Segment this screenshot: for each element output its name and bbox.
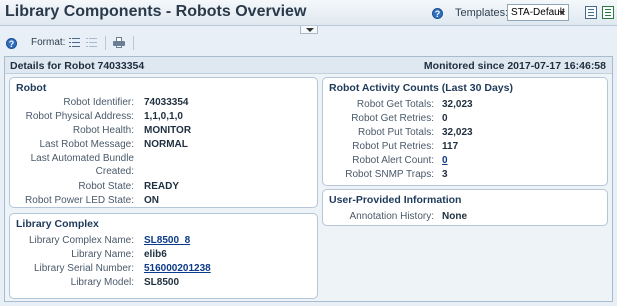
library-model-label: Library Model: bbox=[70, 277, 134, 288]
library-model-value: SL8500 bbox=[144, 277, 180, 288]
library-complex-section-title: Library Complex bbox=[16, 218, 99, 230]
help-icon[interactable]: ? bbox=[6, 38, 17, 49]
last-automated-bundle-label: Last Automated Bundle bbox=[30, 153, 134, 164]
robot-put-totals-label: Robot Put Totals: bbox=[358, 127, 434, 138]
user-info-section-title: User-Provided Information bbox=[329, 194, 462, 206]
toolbar-divider bbox=[133, 36, 134, 50]
robot-get-retries-label: Robot Get Retries: bbox=[351, 113, 434, 124]
user-info-section: User-Provided Information Annotation His… bbox=[322, 189, 608, 226]
robot-get-totals-label: Robot Get Totals: bbox=[356, 99, 434, 110]
collapse-header-toggle[interactable] bbox=[300, 26, 318, 34]
library-serial-number-label: Library Serial Number: bbox=[33, 263, 134, 274]
export-spreadsheet-icon[interactable] bbox=[602, 6, 614, 19]
format-toolbar: ? Format: bbox=[0, 34, 617, 52]
robot-section-title: Robot bbox=[16, 82, 47, 94]
robot-snmp-traps-label: Robot SNMP Traps: bbox=[345, 169, 434, 180]
templates-selected-value: STA-Default bbox=[511, 7, 565, 18]
list-format-icon[interactable] bbox=[69, 38, 80, 47]
chevron-down-icon bbox=[559, 11, 565, 15]
robot-alert-count-link[interactable]: 0 bbox=[442, 155, 448, 166]
format-label: Format: bbox=[31, 37, 66, 48]
annotation-history-value: None bbox=[442, 211, 467, 222]
robot-state-label: Robot State: bbox=[78, 181, 134, 192]
robot-power-led-label: Robot Power LED State: bbox=[25, 195, 134, 206]
robot-health-value: MONITOR bbox=[144, 125, 192, 136]
robot-state-value: READY bbox=[144, 181, 180, 192]
robot-power-led-value: ON bbox=[144, 195, 159, 206]
triangle-down-icon bbox=[306, 28, 314, 32]
library-name-label: Library Name: bbox=[71, 249, 134, 260]
robot-identifier-label: Robot Identifier: bbox=[63, 97, 134, 108]
robot-physical-address-label: Robot Physical Address: bbox=[25, 111, 134, 122]
details-title: Details for Robot 74033354 bbox=[10, 60, 145, 72]
robot-physical-address-value: 1,1,0,1,0 bbox=[144, 111, 183, 122]
page-title: Library Components - Robots Overview bbox=[5, 3, 307, 20]
robot-identifier-value: 74033354 bbox=[144, 97, 189, 108]
print-icon[interactable] bbox=[113, 37, 125, 48]
columns-format-icon[interactable] bbox=[86, 38, 97, 47]
robot-put-retries-value: 117 bbox=[442, 141, 459, 152]
templates-label: Templates: bbox=[455, 7, 509, 19]
library-complex-section: Library Complex Library Complex Name: SL… bbox=[9, 213, 318, 299]
details-header: Details for Robot 74033354 Monitored sin… bbox=[5, 57, 612, 74]
help-icon[interactable]: ? bbox=[432, 8, 443, 19]
robot-activity-section-title: Robot Activity Counts (Last 30 Days) bbox=[329, 82, 513, 94]
library-serial-number-link[interactable]: 516000201238 bbox=[144, 263, 211, 274]
robot-get-retries-value: 0 bbox=[442, 113, 448, 124]
robot-health-label: Robot Health: bbox=[72, 125, 134, 136]
toolbar-divider bbox=[105, 36, 106, 50]
templates-select[interactable]: STA-Default bbox=[507, 4, 569, 21]
library-name-value: elib6 bbox=[144, 249, 167, 260]
robot-snmp-traps-value: 3 bbox=[442, 169, 448, 180]
robot-alert-count-label: Robot Alert Count: bbox=[352, 155, 434, 166]
last-robot-message-value: NORMAL bbox=[144, 139, 188, 150]
page-header: Library Components - Robots Overview ? T… bbox=[0, 0, 617, 26]
robot-section: Robot Robot Identifier: 74033354 Robot P… bbox=[9, 77, 318, 208]
robot-activity-section: Robot Activity Counts (Last 30 Days) Rob… bbox=[322, 77, 608, 186]
robot-put-totals-value: 32,023 bbox=[442, 127, 473, 138]
robot-details-panel: Details for Robot 74033354 Monitored sin… bbox=[4, 56, 613, 302]
annotation-history-label: Annotation History: bbox=[349, 211, 435, 222]
robot-put-retries-label: Robot Put Retries: bbox=[352, 141, 434, 152]
robot-get-totals-value: 32,023 bbox=[442, 99, 473, 110]
last-automated-bundle-label-cont: Created: bbox=[95, 166, 134, 177]
library-complex-name-link[interactable]: SL8500_8 bbox=[144, 235, 190, 246]
monitored-since: Monitored since 2017-07-17 16:46:58 bbox=[423, 60, 606, 72]
export-icon[interactable] bbox=[585, 6, 597, 19]
last-robot-message-label: Last Robot Message: bbox=[39, 139, 135, 150]
library-complex-name-label: Library Complex Name: bbox=[28, 235, 134, 246]
